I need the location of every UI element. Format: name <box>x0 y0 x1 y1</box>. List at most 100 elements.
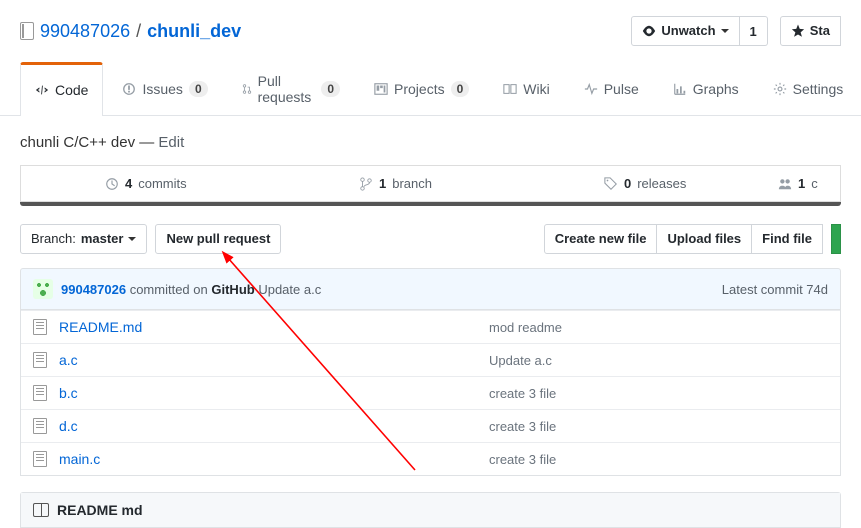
branch-select[interactable]: Branch: master <box>20 224 147 254</box>
repo-link[interactable]: chunli_dev <box>147 21 241 41</box>
latest-commit-meta[interactable]: Latest commit 74d <box>722 282 828 297</box>
file-icon <box>33 451 47 467</box>
file-row: a.c Update a.c <box>21 343 840 376</box>
latest-commit-row: 990487026 committed on GitHub Update a.c… <box>20 268 841 310</box>
tab-code-label: Code <box>55 82 88 98</box>
book-icon <box>33 503 49 517</box>
tab-settings-label: Settings <box>793 81 844 97</box>
code-icon <box>35 83 49 97</box>
pull-request-icon <box>242 82 252 96</box>
commit-where: GitHub <box>211 282 254 297</box>
owner-link[interactable]: 990487026 <box>40 21 130 42</box>
releases-number: 0 <box>624 176 631 191</box>
projects-count: 0 <box>451 81 470 97</box>
tab-pulse[interactable]: Pulse <box>569 62 654 115</box>
tab-wiki[interactable]: Wiki <box>488 62 564 115</box>
contributors-label: c <box>811 176 818 191</box>
file-link[interactable]: README.md <box>59 319 142 335</box>
commit-author-link[interactable]: 990487026 <box>61 282 126 297</box>
tab-pulse-label: Pulse <box>604 81 639 97</box>
star-button[interactable]: Sta <box>780 16 841 46</box>
lang-bar[interactable] <box>20 202 841 206</box>
commit-mid-text: committed on <box>130 282 208 297</box>
file-link[interactable]: d.c <box>59 418 78 434</box>
commits-label: commits <box>138 176 186 191</box>
tab-wiki-label: Wiki <box>523 81 549 97</box>
tab-issues-label: Issues <box>142 81 182 97</box>
file-commit-msg[interactable]: Update a.c <box>489 353 828 368</box>
avatar[interactable] <box>33 279 53 299</box>
issues-count: 0 <box>189 81 208 97</box>
breadcrumb: 990487026 / chunli_dev <box>20 21 241 42</box>
contributors-number: 1 <box>798 176 805 191</box>
gear-icon <box>773 82 787 96</box>
branches-number: 1 <box>379 176 386 191</box>
file-commit-msg[interactable]: create 3 file <box>489 419 828 434</box>
repo-tabs: Code Issues 0 Pull requests 0 Projects 0… <box>0 56 861 116</box>
new-pull-request-button[interactable]: New pull request <box>155 224 281 254</box>
stat-releases[interactable]: 0 releases <box>520 166 770 201</box>
releases-label: releases <box>637 176 686 191</box>
stat-commits[interactable]: 4 commits <box>21 166 271 201</box>
clone-download-button[interactable] <box>831 224 841 254</box>
pulls-count: 0 <box>321 81 340 97</box>
repo-icon <box>20 22 34 40</box>
star-label: Sta <box>810 21 830 41</box>
upload-files-button[interactable]: Upload files <box>657 224 752 254</box>
branch-select-value: master <box>81 229 124 249</box>
file-row: b.c create 3 file <box>21 376 840 409</box>
breadcrumb-sep: / <box>136 21 141 42</box>
desc-dash: — <box>139 134 154 151</box>
file-link[interactable]: a.c <box>59 352 78 368</box>
file-link[interactable]: b.c <box>59 385 78 401</box>
file-commit-msg[interactable]: create 3 file <box>489 386 828 401</box>
stat-branches[interactable]: 1 branch <box>271 166 521 201</box>
tab-issues[interactable]: Issues 0 <box>107 62 222 115</box>
star-icon <box>791 24 805 38</box>
tab-projects-label: Projects <box>394 81 445 97</box>
pulse-icon <box>584 82 598 96</box>
file-row: main.c create 3 file <box>21 442 840 475</box>
history-icon <box>105 177 119 191</box>
watch-count[interactable]: 1 <box>740 16 768 46</box>
readme-box: README md <box>20 492 841 528</box>
commits-number: 4 <box>125 176 132 191</box>
readme-title: README md <box>57 502 143 518</box>
edit-description-link[interactable]: Edit <box>158 134 184 151</box>
header-actions: Unwatch 1 Sta <box>631 16 841 46</box>
unwatch-label: Unwatch <box>661 21 715 41</box>
file-commit-msg[interactable]: create 3 file <box>489 452 828 467</box>
new-pr-label: New pull request <box>166 229 270 249</box>
file-commit-msg[interactable]: mod readme <box>489 320 828 335</box>
caret-icon <box>721 29 729 33</box>
repo-stats: 4 commits 1 branch 0 releases 1 c <box>20 165 841 202</box>
file-link[interactable]: main.c <box>59 451 100 467</box>
branch-select-label: Branch: <box>31 229 76 249</box>
repo-description: chunli C/C++ dev <box>20 134 135 151</box>
file-row: d.c create 3 file <box>21 409 840 442</box>
tab-projects[interactable]: Projects 0 <box>359 62 484 115</box>
branch-icon <box>359 177 373 191</box>
find-file-button[interactable]: Find file <box>752 224 823 254</box>
create-file-button[interactable]: Create new file <box>544 224 658 254</box>
branches-label: branch <box>392 176 432 191</box>
stat-contributors[interactable]: 1 c <box>770 166 840 201</box>
file-icon <box>33 319 47 335</box>
tab-pulls-label: Pull requests <box>258 73 316 105</box>
tab-graphs[interactable]: Graphs <box>658 62 754 115</box>
eye-icon <box>642 24 656 38</box>
file-row: README.md mod readme <box>21 310 840 343</box>
tab-settings[interactable]: Settings <box>758 62 859 115</box>
file-icon <box>33 352 47 368</box>
tag-icon <box>604 177 618 191</box>
tab-pulls[interactable]: Pull requests 0 <box>227 62 355 115</box>
graph-icon <box>673 82 687 96</box>
file-icon <box>33 418 47 434</box>
commit-message-link[interactable]: Update a.c <box>258 282 321 297</box>
tab-code[interactable]: Code <box>20 62 103 116</box>
people-icon <box>778 177 792 191</box>
unwatch-button[interactable]: Unwatch <box>631 16 739 46</box>
issue-icon <box>122 82 136 96</box>
file-list: README.md mod readme a.c Update a.c b.c … <box>20 310 841 476</box>
repo-description-row: chunli C/C++ dev — Edit <box>0 116 861 165</box>
